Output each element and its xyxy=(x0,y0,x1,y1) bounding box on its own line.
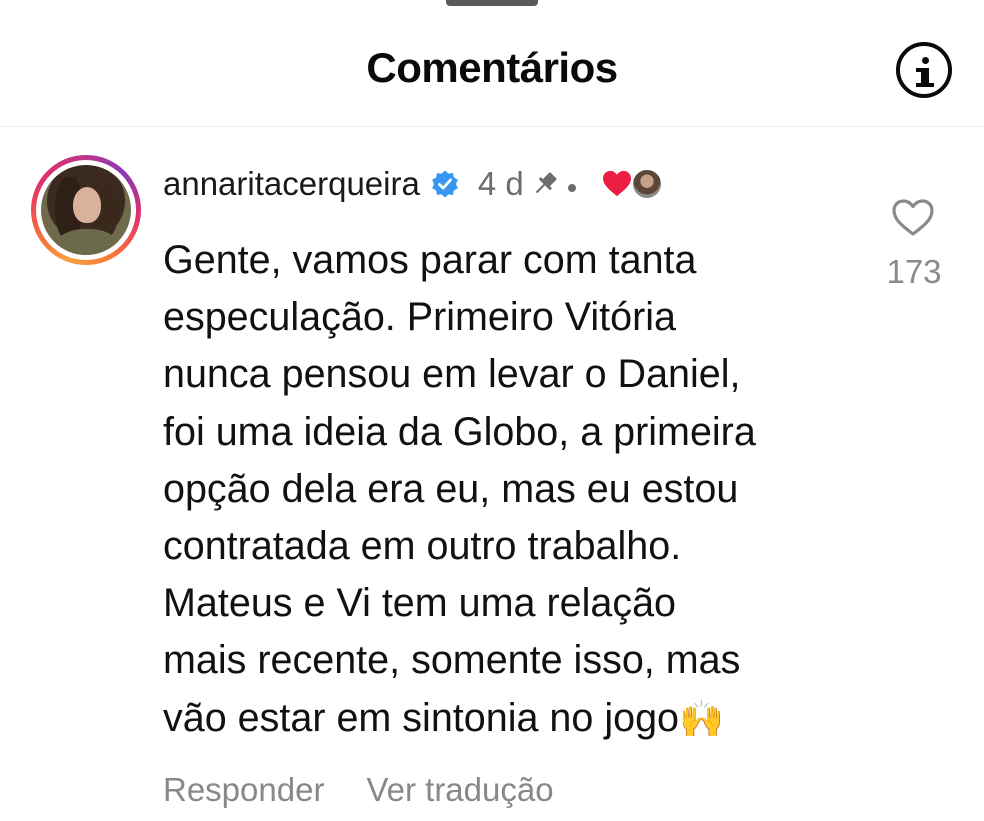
comment-body: Gente, vamos parar com tanta especulação… xyxy=(163,238,756,740)
like-count: 173 xyxy=(886,253,942,290)
comment-timestamp: 4 d xyxy=(477,165,524,202)
see-translation-button[interactable]: Ver tradução xyxy=(366,768,553,812)
verified-badge-icon xyxy=(431,170,458,198)
avatar xyxy=(41,165,131,255)
heart-outline-icon[interactable] xyxy=(891,198,935,238)
raised-hands-emoji: 🙌 xyxy=(679,697,724,739)
comment-text: Gente, vamos parar com tanta especulação… xyxy=(163,232,853,747)
info-icon[interactable] xyxy=(896,42,952,98)
liked-by-author-avatar xyxy=(631,169,662,199)
comment-meta: annaritacerqueira 4 d xyxy=(163,164,662,204)
comment-actions: Responder Ver tradução xyxy=(163,768,554,812)
avatar-story-ring[interactable] xyxy=(31,155,141,265)
page-title: Comentários xyxy=(366,44,618,91)
reply-button[interactable]: Responder xyxy=(163,768,324,812)
pin-icon xyxy=(535,172,557,194)
username-link[interactable]: annaritacerqueira xyxy=(163,164,420,204)
heart-filled-icon xyxy=(602,170,631,197)
comments-header: Comentários xyxy=(0,0,984,127)
separator-dot xyxy=(567,184,576,192)
